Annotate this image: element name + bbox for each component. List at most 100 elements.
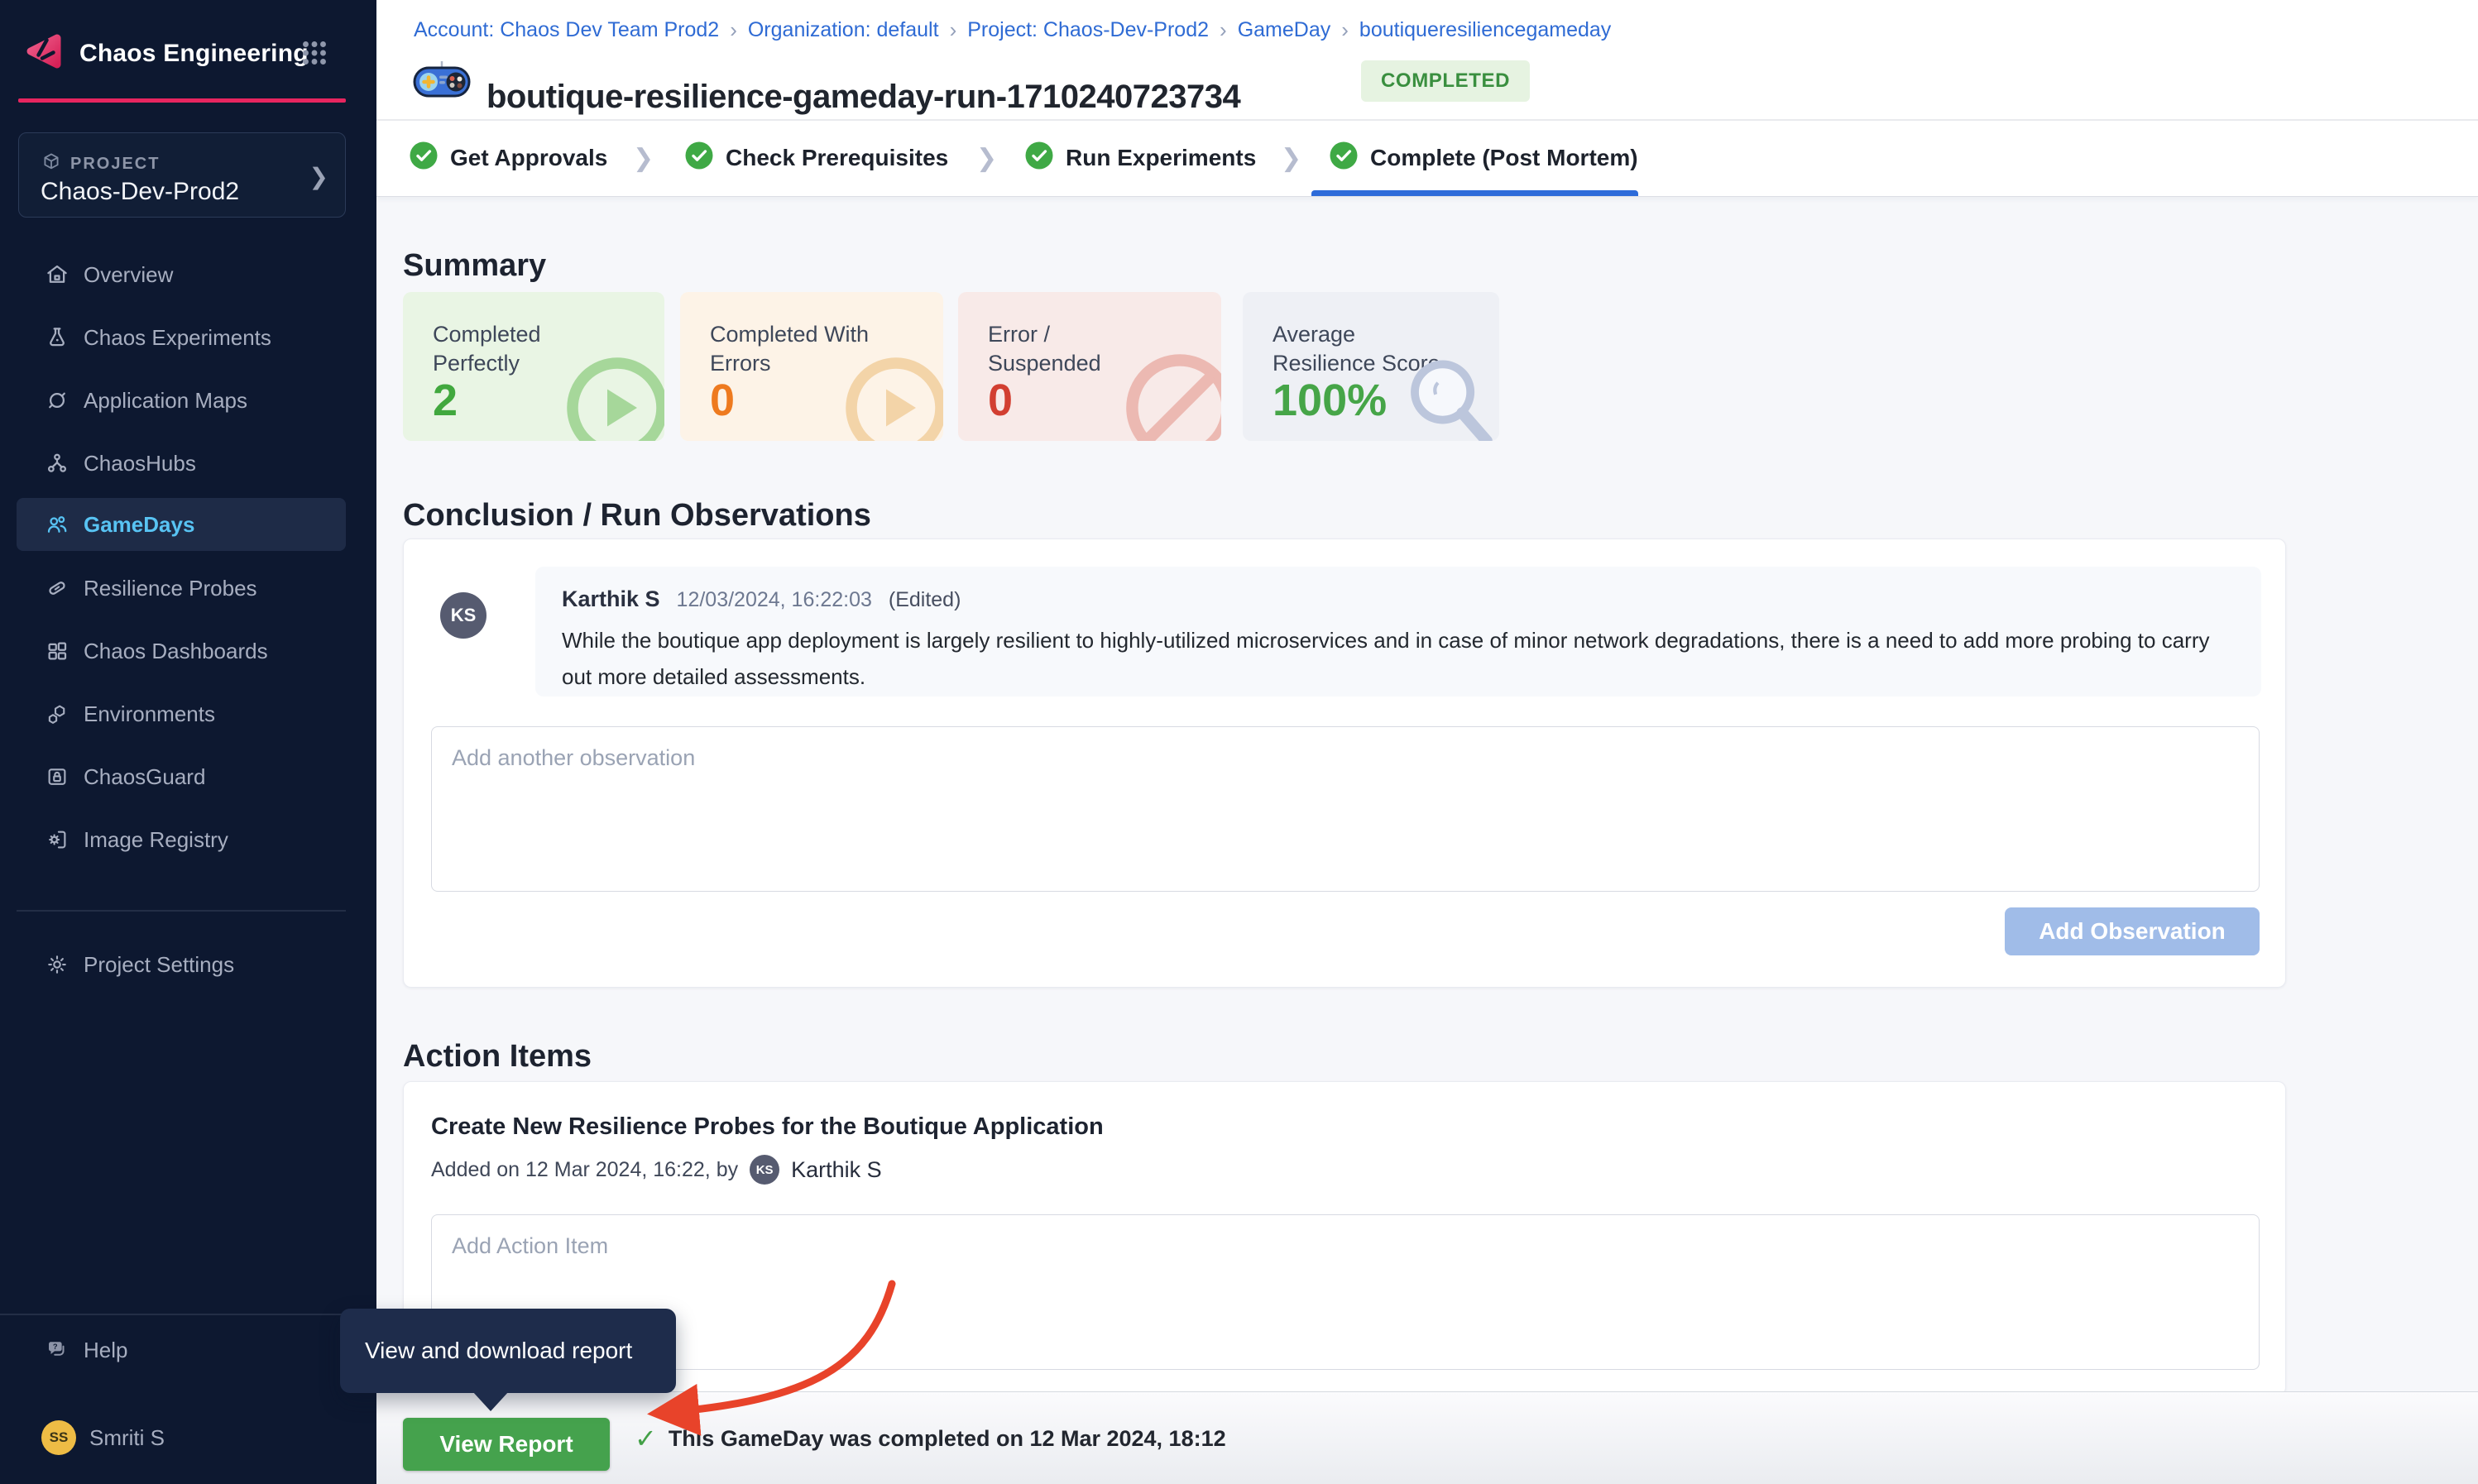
comment-author: Karthik S [562,586,660,612]
tooltip-caret [472,1391,509,1411]
sidebar-item-label: Resilience Probes [84,576,257,601]
chaos-engineering-logo-icon [22,30,65,73]
comment-body: While the boutique app deployment is lar… [562,623,2225,695]
observations-heading: Conclusion / Run Observations [403,498,871,534]
status-badge: COMPLETED [1361,60,1530,102]
view-report-tooltip: View and download report [340,1309,676,1393]
summary-card-value: 0 [988,375,1013,426]
sidebar-item-project-settings[interactable]: Project Settings [17,938,346,991]
summary-card-average-resilience-score: Average Resilience Score 100% [1243,292,1499,441]
sidebar-divider [17,910,346,912]
check-circle-icon [684,141,714,176]
sidebar-item-chaos-dashboards[interactable]: Chaos Dashboards [17,625,346,677]
comment-edited-label: (Edited) [889,588,961,612]
sidebar-item-label: Application Maps [84,388,247,414]
project-selector[interactable]: PROJECT Chaos-Dev-Prod2 ❯ [18,132,346,218]
magnifier-icon [1392,346,1499,441]
sidebar-item-image-registry[interactable]: Image Registry [17,813,346,866]
add-action-item-input[interactable] [431,1214,2260,1370]
network-nodes-icon [44,450,70,476]
breadcrumb-gameday-link[interactable]: GameDay [1238,18,1331,42]
sidebar-item-chaos-experiments[interactable]: Chaos Experiments [17,311,346,364]
breadcrumb: Account: Chaos Dev Team Prod2 › Organiza… [414,17,1611,43]
sidebar-item-label: ChaosGuard [84,764,205,790]
sidebar-item-application-maps[interactable]: Application Maps [17,374,346,427]
sidebar-item-label: Environments [84,701,215,727]
breadcrumb-project-link[interactable]: Project: Chaos-Dev-Prod2 [967,18,1209,42]
add-observation-button[interactable]: Add Observation [2005,907,2260,955]
view-report-button[interactable]: View Report [403,1418,610,1471]
dashboard-tiles-icon [44,638,70,664]
summary-card-completed-with-errors: Completed With Errors 0 [680,292,943,441]
app-title: Chaos Engineering [79,40,309,68]
sidebar-item-label: ChaosHubs [84,451,196,476]
sidebar-divider [0,1314,376,1315]
project-name: Chaos-Dev-Prod2 [41,178,239,206]
play-circle-icon [834,346,943,441]
observations-panel: KS Karthik S 12/03/2024, 16:22:03 (Edite… [403,539,2286,988]
sidebar-item-gamedays[interactable]: GameDays [17,498,346,551]
breadcrumb-account-link[interactable]: Account: Chaos Dev Team Prod2 [414,18,719,42]
action-item-title: Create New Resilience Probes for the Bou… [431,1113,1104,1141]
chevron-right-icon: ❯ [633,144,654,173]
sidebar-item-chaoshubs[interactable]: ChaosHubs [17,437,346,490]
sidebar: Chaos Engineering PROJECT Chaos-Dev-Prod… [0,0,376,1484]
tab-check-prerequisites[interactable]: Check Prerequisites [684,136,948,180]
avatar: KS [750,1155,779,1185]
header-divider [376,119,2478,121]
app-switcher-grid-icon[interactable] [300,38,329,68]
slash-circle-icon [1114,342,1221,441]
summary-card-value: 0 [710,375,735,426]
action-item-byline: Added on 12 Mar 2024, 16:22, by KS Karth… [431,1155,882,1185]
summary-card-error-suspended: Error / Suspended 0 [958,292,1221,441]
tab-label: Get Approvals [450,145,607,171]
tab-complete-post-mortem[interactable]: Complete (Post Mortem) [1329,136,1638,180]
avatar: KS [440,592,486,639]
add-observation-input[interactable] [431,726,2260,892]
sidebar-item-resilience-probes[interactable]: Resilience Probes [17,562,346,615]
breadcrumb-organization-link[interactable]: Organization: default [748,18,939,42]
tab-label: Complete (Post Mortem) [1370,145,1638,171]
lock-card-icon [44,764,70,790]
gear-icon [44,951,70,978]
check-circle-icon [409,141,439,176]
sidebar-item-label: GameDays [84,512,194,538]
sidebar-item-help[interactable]: ? Help [17,1324,346,1376]
active-tab-underline [1311,190,1638,196]
chevron-right-icon: ❯ [976,144,997,173]
chevron-right-icon: ❯ [1281,144,1301,173]
probe-capsule-icon [44,575,70,601]
tab-label: Run Experiments [1066,145,1256,171]
action-item-author: Karthik S [791,1157,882,1183]
sidebar-item-environments[interactable]: Environments [17,687,346,740]
completion-text: This GameDay was completed on 12 Mar 202… [669,1426,1226,1452]
check-circle-icon [1329,141,1359,176]
breadcrumb-gameday-name-link[interactable]: boutiqueresiliencegameday [1359,18,1611,42]
sidebar-item-label: Help [84,1338,127,1363]
sidebar-item-label: Project Settings [84,952,234,978]
hexagons-icon [44,701,70,727]
action-items-heading: Action Items [403,1039,592,1075]
summary-card-completed-perfectly: Completed Perfectly 2 [403,292,664,441]
summary-card-value: 2 [433,375,458,426]
page-title: boutique-resilience-gameday-run-17102407… [486,79,1240,116]
users-icon [44,511,70,538]
sidebar-user-menu[interactable]: SS Smriti S [17,1411,346,1464]
action-item-added-text: Added on 12 Mar 2024, 16:22, by [431,1158,738,1182]
user-name: Smriti S [89,1425,165,1451]
comment-timestamp: 12/03/2024, 16:22:03 [677,588,872,612]
sidebar-item-label: Chaos Experiments [84,325,271,351]
home-icon [44,261,70,288]
gear-box-icon [44,826,70,853]
chevron-right-icon: ❯ [309,163,328,190]
check-circle-icon [1024,141,1054,176]
sidebar-item-overview[interactable]: Overview [17,248,346,301]
comment-header: Karthik S 12/03/2024, 16:22:03 (Edited) [562,586,961,612]
footer-bar: View Report ✓ This GameDay was completed… [376,1391,2478,1484]
observation-comment: Karthik S 12/03/2024, 16:22:03 (Edited) … [535,567,2261,697]
tab-run-experiments[interactable]: Run Experiments [1024,136,1256,180]
sidebar-item-chaosguard[interactable]: ChaosGuard [17,750,346,803]
page-header: Account: Chaos Dev Team Prod2 › Organiza… [376,0,2478,197]
tab-get-approvals[interactable]: Get Approvals [409,136,607,180]
tab-label: Check Prerequisites [726,145,948,171]
